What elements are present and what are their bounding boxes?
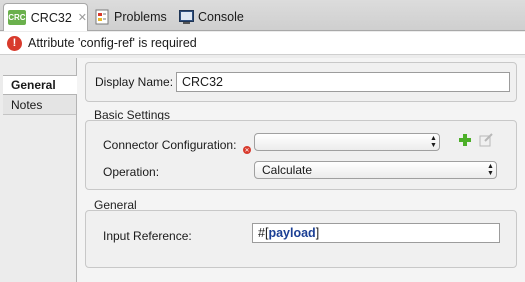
- tab-crc32[interactable]: CRC CRC32 ✕: [3, 3, 88, 31]
- properties-panel: Display Name: CRC32 Basic Settings Conne…: [77, 58, 525, 282]
- tab-general[interactable]: General: [3, 75, 78, 95]
- tab-console[interactable]: Console: [178, 3, 244, 31]
- connector-configuration-select[interactable]: [254, 133, 440, 151]
- crc-icon: CRC: [8, 10, 26, 25]
- input-reference-label: Input Reference:: [103, 229, 192, 243]
- expression-prefix: #[: [258, 226, 269, 240]
- add-icon[interactable]: [458, 133, 472, 150]
- tab-problems[interactable]: Problems: [94, 3, 167, 31]
- console-icon: [178, 9, 194, 25]
- close-icon[interactable]: ✕: [78, 11, 87, 24]
- display-name-label: Display Name:: [95, 75, 174, 89]
- tab-console-label: Console: [198, 10, 244, 24]
- tab-crc32-label: CRC32: [30, 10, 72, 25]
- input-reference-input[interactable]: #[payload]: [252, 223, 500, 243]
- error-icon: !: [7, 35, 22, 51]
- display-name-group: Display Name: CRC32: [85, 62, 517, 102]
- error-message: Attribute 'config-ref' is required: [28, 36, 197, 50]
- display-name-input[interactable]: CRC32: [176, 72, 510, 92]
- general-group: Input Reference: #[payload]: [85, 210, 517, 268]
- editor-tab-bar: CRC CRC32 ✕ Problems Console: [0, 0, 525, 31]
- operation-select[interactable]: Calculate: [254, 161, 497, 179]
- operation-label: Operation:: [103, 165, 160, 179]
- tab-notes[interactable]: Notes: [3, 95, 76, 115]
- expression-keyword: payload: [268, 226, 316, 240]
- property-tabs: General Notes: [3, 58, 78, 282]
- connector-configuration-label: Connector Configuration:: [103, 138, 237, 152]
- validation-error-bar: ! Attribute 'config-ref' is required: [0, 32, 525, 55]
- expression-suffix: ]: [315, 226, 320, 240]
- error-marker-icon: ✕: [243, 146, 251, 154]
- tab-problems-label: Problems: [114, 10, 167, 24]
- basic-settings-group: Connector Configuration: ✕ ▲ ▼ Operation:…: [85, 120, 517, 190]
- problems-icon: [94, 9, 110, 25]
- edit-icon[interactable]: [479, 133, 493, 150]
